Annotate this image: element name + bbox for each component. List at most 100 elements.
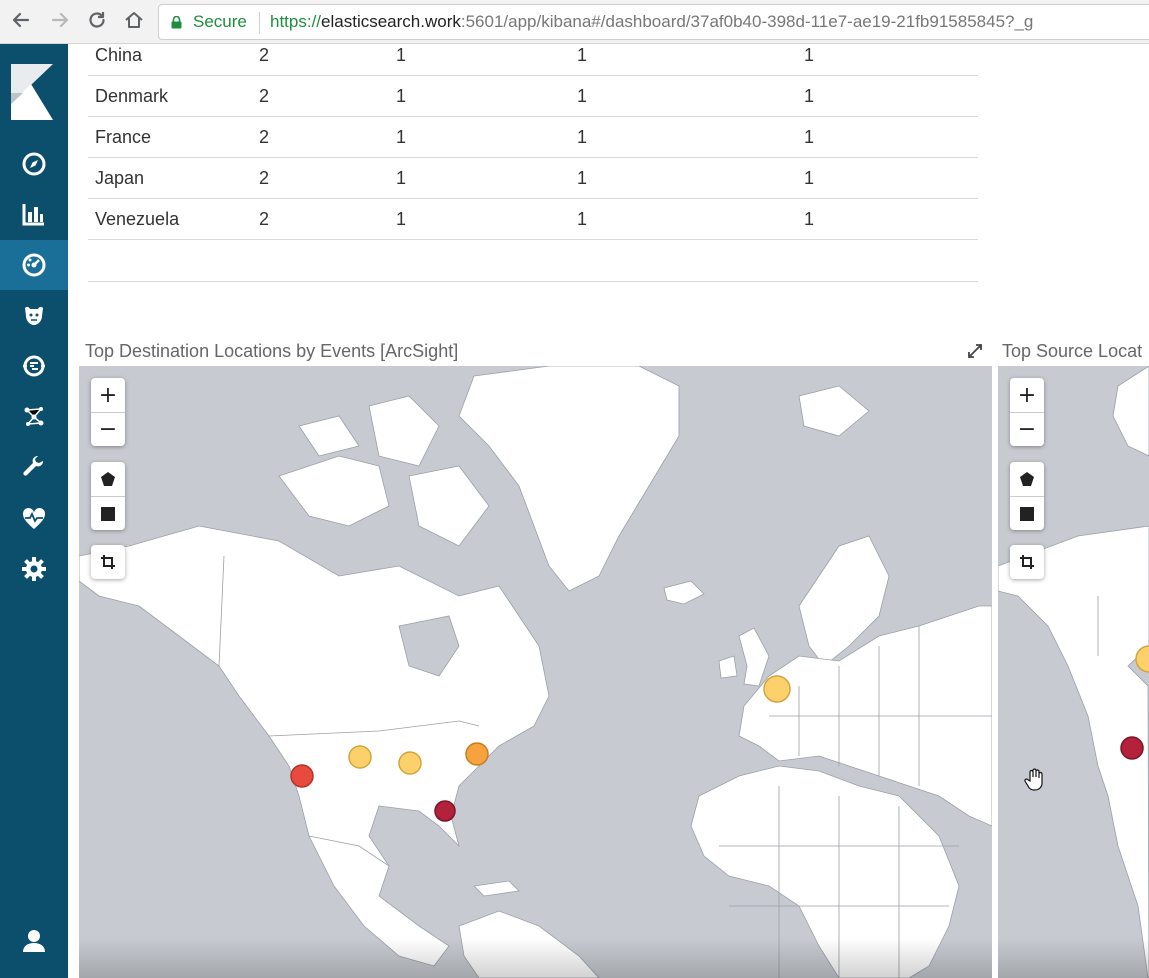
ml-brain-icon (23, 355, 45, 377)
panel-title: Top Source Locat (1002, 341, 1143, 361)
rectangle-icon (1020, 506, 1034, 521)
table-cell: 1 (396, 168, 407, 188)
timelion-bear-icon (25, 306, 43, 325)
table-cell: Denmark (95, 86, 169, 106)
gear-icon (22, 557, 46, 581)
table-cell: 1 (804, 45, 815, 65)
table-row: Denmark 2 1 1 1 (88, 76, 978, 117)
map-bottom-shade (79, 938, 992, 978)
back-arrow-icon[interactable] (8, 9, 34, 35)
draw-controls (1010, 462, 1044, 530)
sidebar-item-discover[interactable] (0, 139, 68, 189)
destination-map[interactable]: + − (79, 366, 992, 978)
table-cell: 2 (259, 209, 270, 229)
map-marker[interactable] (398, 751, 422, 775)
home-icon[interactable] (121, 9, 147, 35)
draw-rectangle-button[interactable] (91, 496, 125, 530)
table-cell: 1 (396, 209, 407, 229)
table-cell: 2 (259, 168, 270, 188)
fit-bounds-control (91, 545, 125, 579)
sidebar-item-timelion[interactable] (0, 291, 68, 341)
table-cell: Japan (95, 168, 145, 188)
sidebar-item-monitoring[interactable] (0, 494, 68, 544)
grab-cursor-icon (1024, 768, 1043, 791)
polygon-icon (101, 472, 115, 486)
sidebar-item-user[interactable] (0, 916, 68, 966)
table-cell: 1 (577, 45, 588, 65)
dashboard-gauge-icon (22, 253, 46, 277)
table-cell: 1 (577, 127, 588, 147)
user-icon (23, 930, 45, 952)
sidebar-item-visualize[interactable] (0, 189, 68, 239)
fit-bounds-control (1010, 545, 1044, 579)
draw-polygon-button[interactable] (1010, 462, 1044, 496)
table-cell: 2 (259, 45, 270, 65)
url-text: https://elasticsearch.work:5601/app/kiba… (270, 12, 1034, 31)
map-bottom-shade (998, 938, 1149, 978)
table-cell: 1 (804, 209, 815, 229)
table-row: France 2 1 1 1 (88, 117, 978, 158)
kibana-logo-icon[interactable] (9, 62, 55, 120)
fullscreen-expand-icon[interactable] (966, 342, 984, 360)
sidebar-item-dev-tools[interactable] (0, 443, 68, 493)
map-marker[interactable] (434, 800, 456, 822)
map-marker[interactable] (763, 675, 791, 703)
zoom-out-button[interactable]: − (1010, 412, 1044, 446)
address-divider (259, 12, 260, 34)
table-cell: 1 (396, 127, 407, 147)
rectangle-icon (101, 506, 115, 521)
reload-icon[interactable] (84, 9, 110, 35)
panel-title: Top Destination Locations by Events [Arc… (85, 341, 459, 361)
sidebar-item-machine-learning[interactable] (0, 341, 68, 391)
fit-data-bounds-button[interactable] (91, 545, 125, 579)
table-row: Japan 2 1 1 1 (88, 158, 978, 199)
table-cell: 1 (804, 127, 815, 147)
table-cell: China (95, 45, 143, 65)
zoom-in-button[interactable]: + (1010, 378, 1044, 412)
zoom-in-button[interactable]: + (91, 378, 125, 412)
table-cell: 2 (259, 86, 270, 106)
zoom-out-button[interactable]: − (91, 412, 125, 446)
zoom-controls: + − (91, 378, 125, 446)
table-row: Venezuela 2 1 1 1 (88, 199, 978, 240)
lock-icon (171, 16, 182, 29)
compass-icon (22, 152, 46, 176)
sidebar-item-management[interactable] (0, 544, 68, 594)
draw-polygon-button[interactable] (91, 462, 125, 496)
table-cell: 2 (259, 127, 270, 147)
world-map-tiles (998, 366, 1149, 978)
map-marker[interactable] (465, 742, 489, 766)
source-map[interactable]: + − (998, 366, 1149, 978)
bar-chart-icon (22, 204, 44, 226)
table-cell: 1 (577, 86, 588, 106)
table-cell: France (95, 127, 152, 147)
polygon-icon (1020, 472, 1034, 486)
data-table: China 2 1 1 1 Denmark 2 1 1 1 France 2 1… (88, 35, 978, 282)
wrench-icon (23, 455, 44, 476)
sidebar-item-dashboard[interactable] (0, 240, 68, 290)
map-marker[interactable] (348, 745, 372, 769)
kibana-sidebar (0, 44, 68, 978)
fit-data-bounds-button[interactable] (1010, 545, 1044, 579)
zoom-controls: + − (1010, 378, 1044, 446)
table-pagination-row (88, 240, 978, 282)
sidebar-item-graph[interactable] (0, 392, 68, 442)
forward-arrow-icon[interactable] (47, 9, 73, 35)
map-marker[interactable] (1120, 736, 1144, 760)
secure-label: Secure (193, 12, 247, 31)
draw-controls (91, 462, 125, 530)
table-cell: 1 (396, 86, 407, 106)
draw-rectangle-button[interactable] (1010, 496, 1044, 530)
table-cell: 1 (396, 45, 407, 65)
table-row: China 2 1 1 1 (88, 35, 978, 76)
table-cell: 1 (577, 209, 588, 229)
world-map-tiles (79, 366, 992, 978)
table-cell: 1 (804, 168, 815, 188)
table-cell: Venezuela (95, 209, 180, 229)
crop-icon (101, 555, 115, 569)
graph-network-icon (24, 407, 44, 426)
heartbeat-icon (22, 507, 46, 529)
table-cell: 1 (804, 86, 815, 106)
table-cell: 1 (577, 168, 588, 188)
map-marker[interactable] (290, 764, 314, 788)
